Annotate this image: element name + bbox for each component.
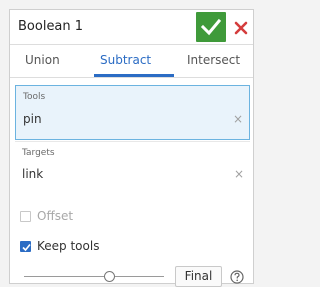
keep-tools-checkbox[interactable] bbox=[20, 241, 31, 252]
slider-thumb[interactable] bbox=[103, 271, 115, 282]
targets-value: link bbox=[22, 167, 44, 181]
tab-intersect[interactable]: Intersect bbox=[187, 53, 240, 67]
offset-label: Offset bbox=[37, 209, 74, 223]
offset-checkbox[interactable] bbox=[20, 211, 31, 222]
tab-union[interactable]: Union bbox=[25, 53, 60, 67]
final-button[interactable]: Final bbox=[175, 266, 222, 287]
tools-label: Tools bbox=[23, 92, 46, 102]
accept-button[interactable] bbox=[196, 12, 226, 42]
tools-selection-field[interactable]: Tools pin × bbox=[15, 85, 250, 140]
checkmark-icon bbox=[201, 18, 221, 36]
targets-selection-field[interactable]: Targets link × bbox=[15, 141, 250, 191]
tab-subtract[interactable]: Subtract bbox=[100, 53, 151, 67]
dialog-header: Boolean 1 bbox=[10, 10, 253, 45]
clear-tools-icon[interactable]: × bbox=[233, 112, 243, 126]
tools-value: pin bbox=[23, 112, 42, 126]
close-icon bbox=[234, 21, 248, 35]
keep-tools-label: Keep tools bbox=[37, 239, 100, 253]
preview-slider[interactable] bbox=[24, 271, 164, 283]
boolean-operation-tabs: Union Subtract Intersect bbox=[10, 45, 253, 78]
checkbox-check-icon bbox=[22, 243, 31, 252]
dialog-title: Boolean 1 bbox=[18, 19, 84, 34]
help-icon[interactable] bbox=[230, 270, 244, 284]
boolean-feature-dialog: Boolean 1 Union Subtract Intersect Tools… bbox=[9, 9, 254, 287]
active-tab-indicator bbox=[94, 74, 174, 77]
slider-track bbox=[24, 276, 164, 277]
close-button[interactable] bbox=[231, 13, 253, 41]
targets-label: Targets bbox=[22, 148, 55, 158]
clear-targets-icon[interactable]: × bbox=[234, 167, 244, 181]
